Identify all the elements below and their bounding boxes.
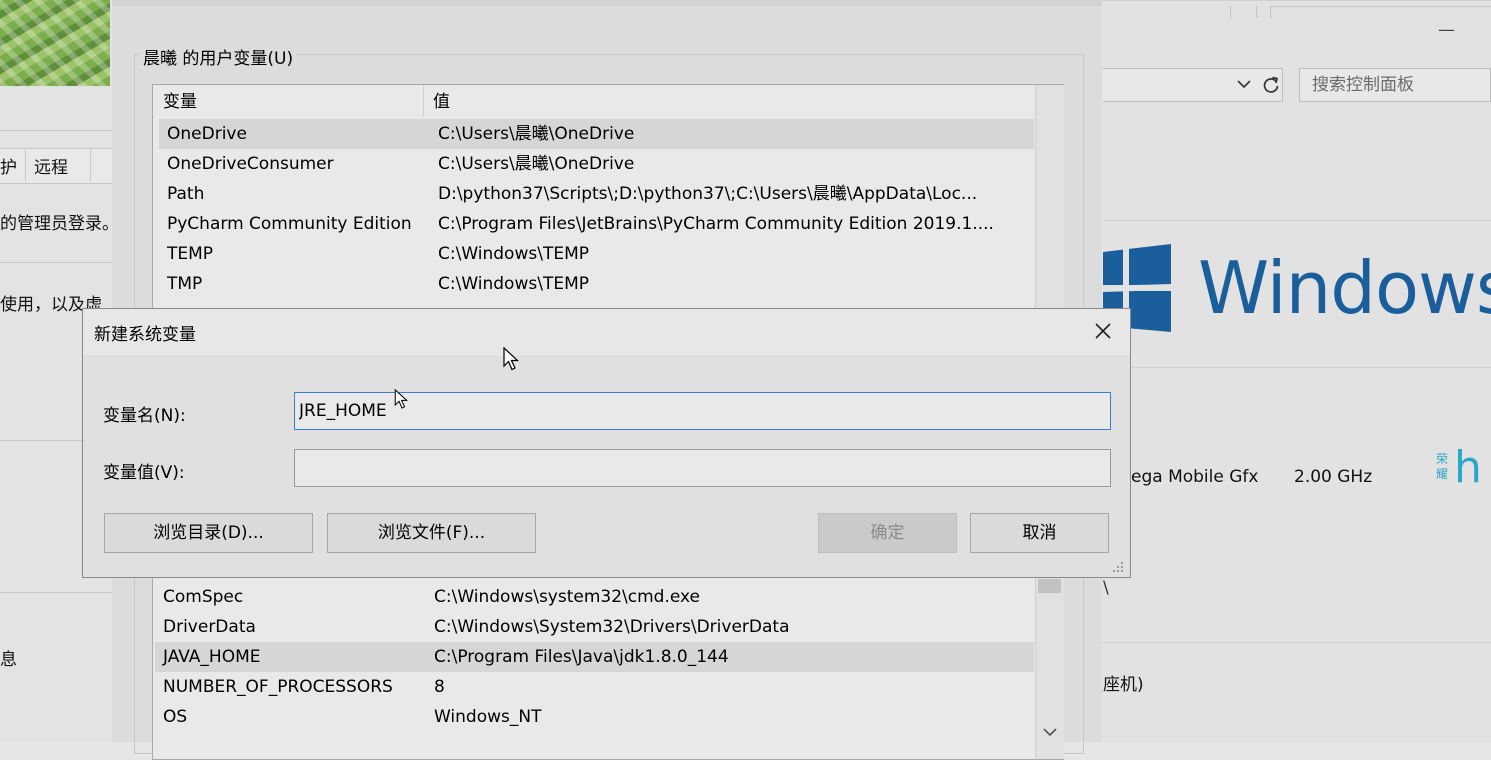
brand-logo-text: 荣耀 bbox=[1436, 452, 1449, 481]
browse-file-button[interactable]: 浏览文件(F)... bbox=[327, 513, 536, 553]
section-divider bbox=[1103, 642, 1491, 643]
user-var-row[interactable]: PyCharm Community Edition C:\Program Fil… bbox=[159, 209, 1034, 239]
var-value: C:\Windows\TEMP bbox=[438, 274, 589, 294]
variable-name-input[interactable] bbox=[294, 392, 1111, 430]
column-separator[interactable] bbox=[423, 85, 424, 117]
wallpaper-thumbnail bbox=[0, 0, 110, 86]
user-vars-scrollbar[interactable] bbox=[1035, 85, 1064, 313]
section-divider bbox=[1103, 367, 1491, 368]
var-value: Windows_NT bbox=[434, 707, 542, 727]
section-divider bbox=[0, 262, 112, 263]
var-value: C:\Windows\TEMP bbox=[438, 244, 589, 264]
mouse-cursor-icon bbox=[503, 346, 521, 377]
cancel-button[interactable]: 取消 bbox=[970, 513, 1109, 553]
brand-logo-partial: h bbox=[1454, 442, 1482, 493]
tab-separator bbox=[25, 148, 26, 182]
toolbar-edge bbox=[1270, 6, 1491, 19]
var-value: D:\python37\Scripts\;D:\python37\;C:\Use… bbox=[438, 184, 978, 204]
var-name: TEMP bbox=[167, 244, 214, 264]
var-value: C:\Program Files\JetBrains\PyCharm Commu… bbox=[438, 214, 994, 234]
pen-touch-text: 座机) bbox=[1103, 675, 1144, 695]
column-header-value[interactable]: 值 bbox=[433, 85, 450, 117]
user-vars-list[interactable]: 变量 值 OneDrive C:\Users\晨曦\OneDrive OneDr… bbox=[152, 84, 1064, 314]
var-name: NUMBER_OF_PROCESSORS bbox=[163, 677, 393, 697]
column-header-variable[interactable]: 变量 bbox=[163, 85, 197, 117]
dialog-titlebar[interactable] bbox=[83, 309, 1130, 355]
var-name: ComSpec bbox=[163, 587, 244, 607]
scrollbar-thumb[interactable] bbox=[1038, 579, 1061, 593]
user-var-row[interactable]: OneDriveConsumer C:\Users\晨曦\OneDrive bbox=[159, 149, 1034, 179]
system-var-row[interactable]: DriverData C:\Windows\System32\Drivers\D… bbox=[155, 612, 1030, 642]
variable-name-label: 变量名(N): bbox=[103, 406, 186, 426]
var-name: OneDriveConsumer bbox=[167, 154, 334, 174]
var-name: JAVA_HOME bbox=[163, 647, 261, 667]
ok-button[interactable]: 确定 bbox=[818, 513, 957, 553]
user-var-row[interactable]: TEMP C:\Windows\TEMP bbox=[159, 239, 1034, 269]
address-bar[interactable] bbox=[1103, 68, 1283, 102]
variable-value-label: 变量值(V): bbox=[103, 463, 185, 483]
system-var-row[interactable]: NUMBER_OF_PROCESSORS 8 bbox=[155, 672, 1030, 702]
control-panel-window bbox=[1103, 0, 1491, 742]
close-button[interactable] bbox=[1088, 316, 1118, 346]
resize-grip-icon[interactable] bbox=[1111, 560, 1125, 576]
user-var-row[interactable]: Path D:\python37\Scripts\;D:\python37\;C… bbox=[159, 179, 1034, 209]
var-name: TMP bbox=[167, 274, 203, 294]
minimize-button[interactable]: — bbox=[1438, 20, 1455, 40]
window-top-border bbox=[1103, 0, 1491, 1]
system-var-row[interactable]: OS Windows_NT bbox=[155, 702, 1030, 732]
var-value: C:\Program Files\Java\jdk1.8.0_144 bbox=[434, 647, 729, 667]
toolbar-separator bbox=[1230, 6, 1231, 18]
tab-system-protection[interactable]: 护 bbox=[0, 153, 17, 178]
processor-text: ega Mobile Gfx bbox=[1131, 467, 1259, 487]
user-vars-title: 晨曦 的用户变量(U) bbox=[140, 44, 297, 69]
section-divider bbox=[0, 592, 112, 593]
var-value: C:\Users\晨曦\OneDrive bbox=[438, 124, 635, 144]
dialog-title: 新建系统变量 bbox=[94, 325, 196, 345]
var-name: OS bbox=[163, 707, 188, 727]
var-name: OneDrive bbox=[167, 124, 247, 144]
system-var-row[interactable]: JAVA_HOME C:\Program Files\Java\jdk1.8.0… bbox=[155, 642, 1034, 672]
chevron-down-icon[interactable] bbox=[1236, 76, 1252, 96]
system-vars-list[interactable]: ComSpec C:\Windows\system32\cmd.exe Driv… bbox=[152, 560, 1064, 760]
var-name: DriverData bbox=[163, 617, 256, 637]
mouse-cursor-icon bbox=[394, 388, 410, 415]
tab-separator bbox=[90, 148, 91, 182]
tab-divider bbox=[0, 130, 112, 131]
admin-login-text: 的管理员登录。 bbox=[0, 214, 119, 234]
var-name: PyCharm Community Edition bbox=[167, 214, 412, 234]
section-divider bbox=[1103, 220, 1491, 221]
user-var-row[interactable]: TMP C:\Windows\TEMP bbox=[159, 269, 1034, 299]
info-text: 息 bbox=[0, 650, 17, 670]
var-value: C:\Windows\System32\Drivers\DriverData bbox=[434, 617, 790, 637]
user-var-row[interactable]: OneDrive C:\Users\晨曦\OneDrive bbox=[159, 119, 1034, 149]
dialog-title-strip bbox=[112, 0, 1102, 6]
system-vars-scrollbar[interactable] bbox=[1035, 561, 1064, 759]
variable-value-input[interactable] bbox=[294, 449, 1111, 487]
chevron-down-icon[interactable] bbox=[1043, 723, 1057, 742]
tab-remote[interactable]: 远程 bbox=[34, 153, 68, 178]
var-value: C:\Windows\system32\cmd.exe bbox=[434, 587, 701, 607]
search-control-panel-input[interactable]: 搜索控制面板 bbox=[1299, 68, 1491, 102]
browse-directory-button[interactable]: 浏览目录(D)... bbox=[104, 513, 313, 553]
toolbar-separator bbox=[1256, 6, 1257, 18]
system-var-row[interactable]: ComSpec C:\Windows\system32\cmd.exe bbox=[155, 582, 1030, 612]
windows-logo-text: Windows bbox=[1198, 246, 1491, 330]
var-value: 8 bbox=[434, 677, 445, 697]
refresh-icon[interactable] bbox=[1261, 75, 1281, 99]
var-value: C:\Users\晨曦\OneDrive bbox=[438, 154, 635, 174]
var-name: Path bbox=[167, 184, 205, 204]
processor-speed: 2.00 GHz bbox=[1294, 467, 1373, 487]
close-icon bbox=[1095, 323, 1111, 339]
misc-glyph: \ bbox=[1103, 578, 1109, 598]
